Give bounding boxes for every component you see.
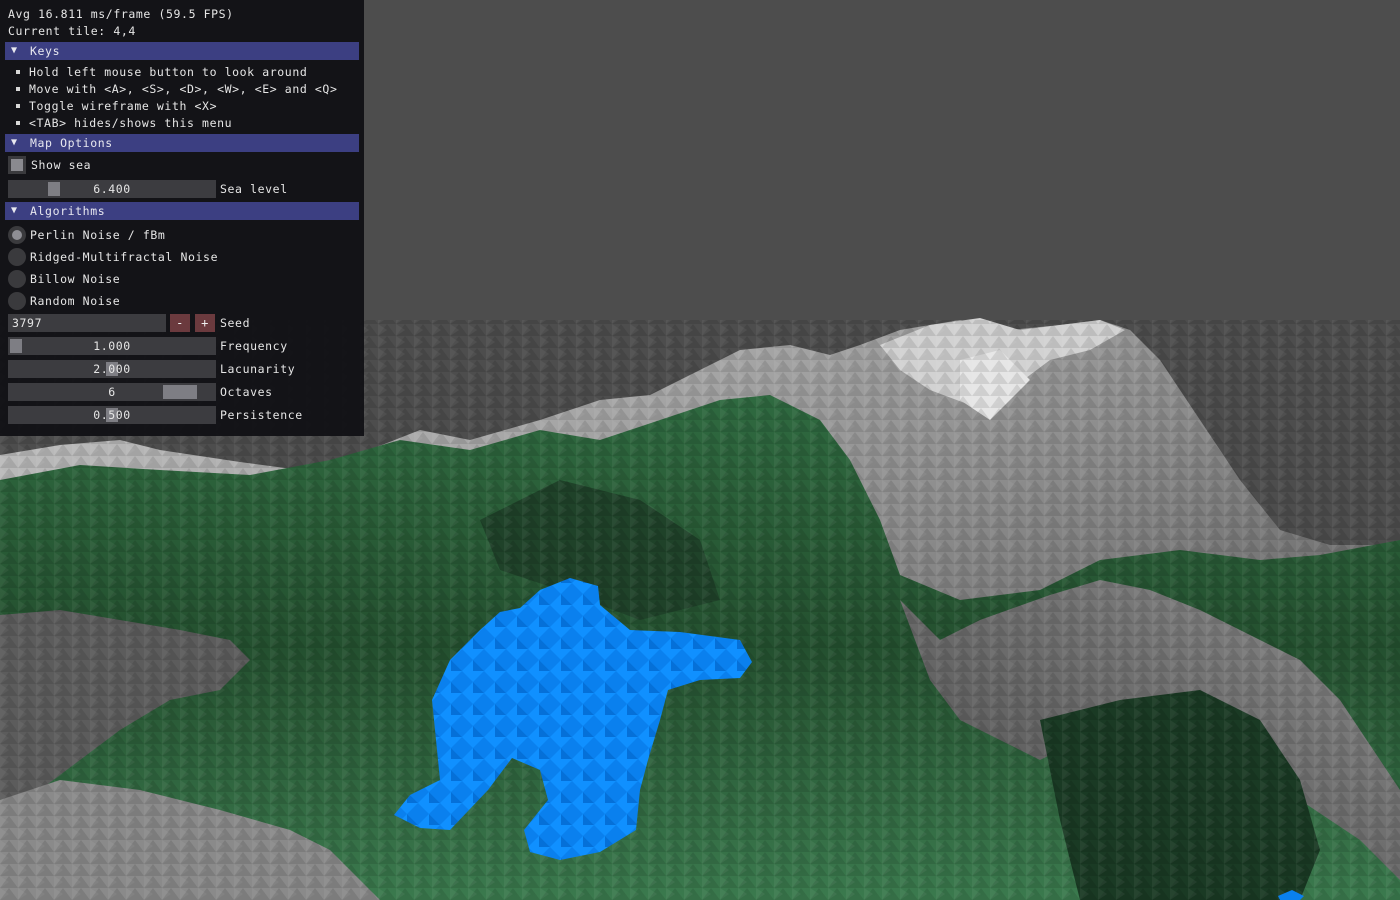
radio-random-label: Random Noise	[30, 294, 121, 308]
persistence-label: Persistence	[220, 408, 303, 422]
seed-decrement-button[interactable]: -	[170, 314, 190, 332]
persistence-value: 0.500	[93, 408, 131, 422]
radio-billow[interactable]	[8, 270, 26, 288]
show-sea-label: Show sea	[31, 158, 92, 172]
keys-item: Hold left mouse button to look around	[29, 65, 308, 79]
show-sea-checkbox[interactable]	[8, 156, 26, 174]
map-options-header[interactable]: ▼ Map Options	[5, 134, 359, 152]
radio-perlin-label: Perlin Noise / fBm	[30, 228, 166, 242]
keys-item: Move with <A>, <S>, <D>, <W>, <E> and <Q…	[29, 82, 338, 96]
radio-ridged[interactable]	[8, 248, 26, 266]
algorithms-header[interactable]: ▼ Algorithms	[5, 202, 359, 220]
bullet-icon	[16, 87, 20, 91]
radio-random[interactable]	[8, 292, 26, 310]
map-options-header-title: Map Options	[30, 136, 113, 150]
lacunarity-value: 2.000	[93, 362, 131, 376]
seed-input[interactable]: 3797	[8, 314, 166, 332]
keys-item: <TAB> hides/shows this menu	[29, 116, 233, 130]
octaves-value: 6	[108, 385, 116, 399]
lacunarity-slider[interactable]: 2.000	[8, 360, 216, 378]
collapse-arrow-icon: ▼	[11, 137, 18, 148]
keys-header[interactable]: ▼ Keys	[5, 42, 359, 60]
frequency-label: Frequency	[220, 339, 288, 353]
current-tile-text: Current tile: 4,4	[8, 24, 136, 38]
frame-time-text: Avg 16.811 ms/frame (59.5 FPS)	[8, 7, 234, 21]
radio-perlin[interactable]	[8, 226, 26, 244]
checkbox-check-icon	[11, 159, 23, 171]
frequency-value: 1.000	[93, 339, 131, 353]
frequency-slider[interactable]: 1.000	[8, 337, 216, 355]
persistence-slider[interactable]: 0.500	[8, 406, 216, 424]
collapse-arrow-icon: ▼	[11, 205, 18, 216]
sea-level-slider[interactable]: 6.400	[8, 180, 216, 198]
seed-label: Seed	[220, 316, 251, 330]
radio-billow-label: Billow Noise	[30, 272, 121, 286]
algorithms-header-title: Algorithms	[30, 204, 106, 218]
bullet-icon	[16, 70, 20, 74]
keys-item: Toggle wireframe with <X>	[29, 99, 218, 113]
sea-level-value: 6.400	[93, 182, 131, 196]
octaves-slider[interactable]: 6	[8, 383, 216, 401]
debug-menu-panel: Avg 16.811 ms/frame (59.5 FPS) Current t…	[0, 0, 364, 436]
radio-ridged-label: Ridged-Multifractal Noise	[30, 250, 219, 264]
bullet-icon	[16, 121, 20, 125]
octaves-label: Octaves	[220, 385, 273, 399]
seed-increment-button[interactable]: +	[195, 314, 215, 332]
keys-header-title: Keys	[30, 44, 61, 58]
collapse-arrow-icon: ▼	[11, 45, 18, 56]
bullet-icon	[16, 104, 20, 108]
sea-level-label: Sea level	[220, 182, 288, 196]
lacunarity-label: Lacunarity	[220, 362, 296, 376]
